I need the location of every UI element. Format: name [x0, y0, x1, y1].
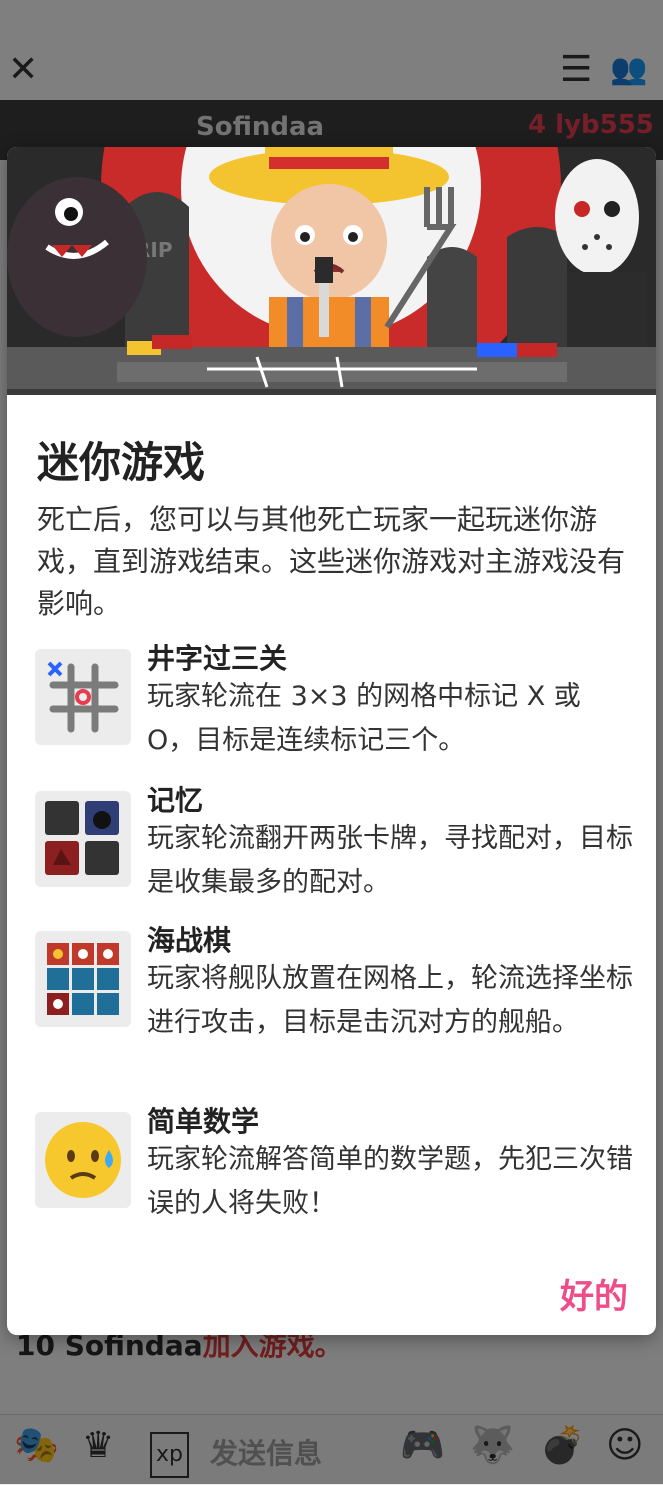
- banner-illustration: RIP: [7, 147, 656, 395]
- minigames-dialog: RIP 迷你游戏 死亡后，您可以与其他死亡玩家一起玩迷你游戏，直到游戏结束。这些…: [7, 147, 656, 1335]
- memory-cards-icon: [35, 791, 131, 887]
- game-name: 海战棋: [147, 924, 232, 957]
- dialog-description: 死亡后，您可以与其他死亡玩家一起玩迷你游戏，直到游戏结束。这些迷你游戏对主游戏没…: [37, 503, 626, 620]
- game-description: 玩家轮流翻开两张卡牌，寻找配对，目标是收集最多的配对。: [147, 823, 633, 898]
- game-name: 井字过三关: [147, 642, 288, 675]
- game-name: 记忆: [147, 784, 204, 817]
- sweating-face-icon: [35, 1112, 131, 1208]
- tic-tac-toe-icon: [35, 649, 131, 745]
- game-name: 简单数学: [147, 1105, 260, 1138]
- game-description: 玩家将舰队放置在网格上，轮流选择坐标进行攻击，目标是击沉对方的舰船。: [147, 963, 633, 1038]
- ok-button[interactable]: 好的: [560, 1269, 628, 1318]
- dialog-title: 迷你游戏: [37, 438, 206, 487]
- game-description: 玩家轮流在 3×3 的网格中标记 X 或 O，目标是连续标记三个。: [147, 681, 581, 756]
- game-description: 玩家轮流解答简单的数学题，先犯三次错误的人将失败！: [147, 1144, 633, 1219]
- battleship-grid-icon: [35, 931, 131, 1027]
